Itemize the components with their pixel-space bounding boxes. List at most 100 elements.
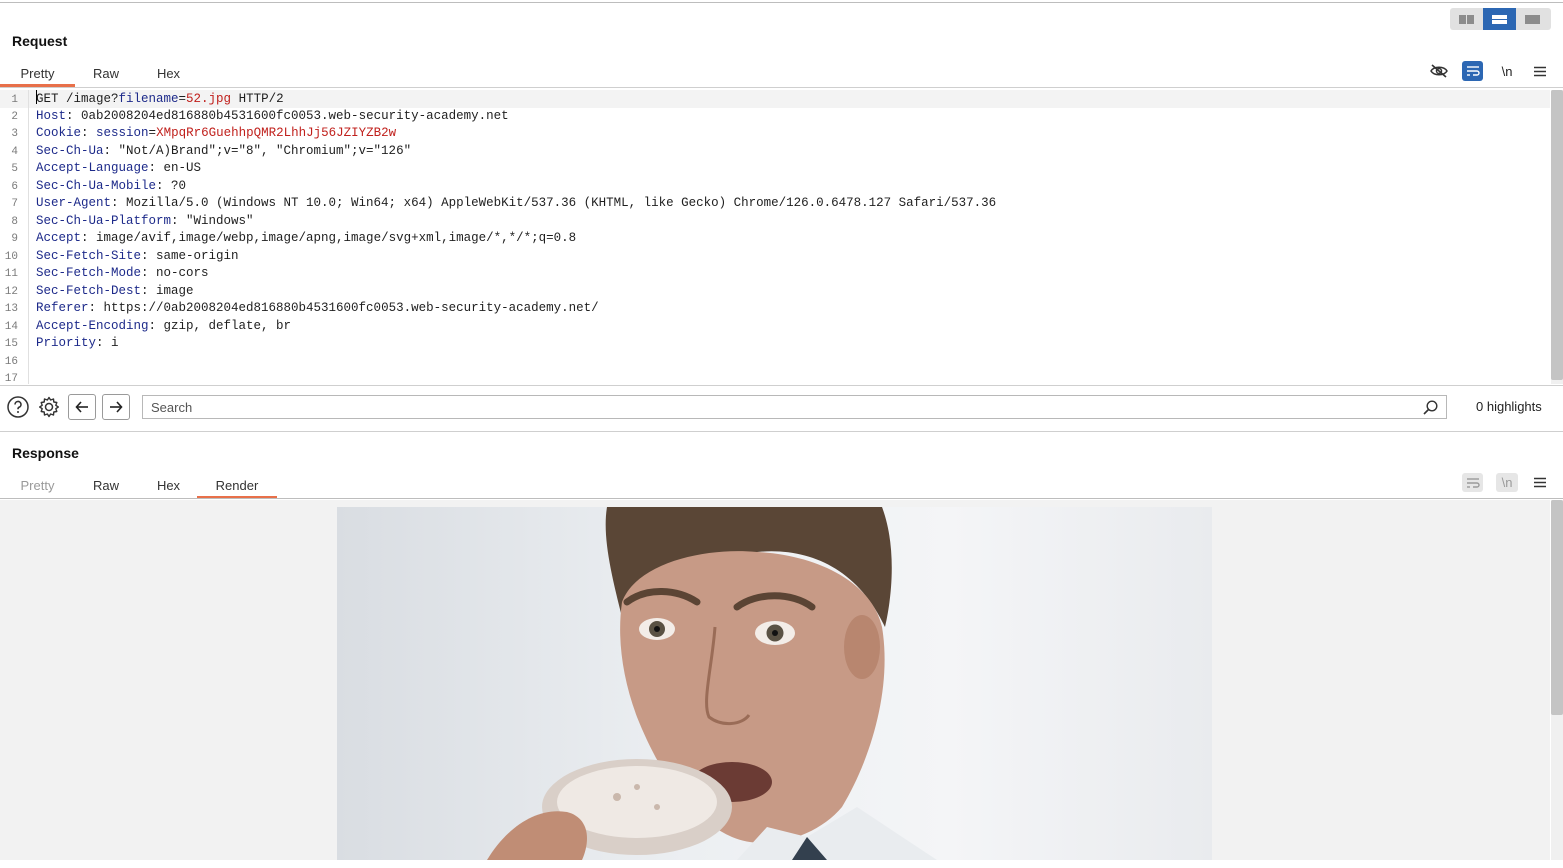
- line-number: 9: [11, 233, 18, 245]
- editor-bottom-divider: [0, 385, 1563, 386]
- menu-icon[interactable]: [1530, 61, 1550, 81]
- wrap-lines-icon[interactable]: [1462, 473, 1483, 492]
- highlighted-value: XMpqRr6GuehhpQMR2LhhJj56JZIYZB2w: [156, 126, 397, 140]
- code-line[interactable]: 5 Accept-Language: en-US: [0, 160, 1550, 178]
- request-tab-raw[interactable]: Raw: [75, 63, 137, 87]
- code-line[interactable]: 11 Sec-Fetch-Mode: no-cors: [0, 265, 1550, 283]
- header-value: =: [148, 126, 157, 140]
- header-name: Referer: [36, 301, 89, 315]
- line-number: 8: [11, 215, 18, 228]
- header-value: : https://0ab2008204ed816880b4531600fc00…: [88, 301, 599, 315]
- code-line[interactable]: 1 GET /image?filename=52.jpg HTTP/2: [0, 90, 1550, 108]
- code-line[interactable]: 13 Referer: https://0ab2008204ed816880b45…: [0, 300, 1550, 318]
- code-line[interactable]: 2 Host: 0ab2008204ed816880b4531600fc0053.…: [0, 108, 1550, 126]
- wrap-lines-icon[interactable]: [1462, 61, 1483, 81]
- code-line[interactable]: 6 Sec-Ch-Ua-Mobile: ?0: [0, 178, 1550, 196]
- line-number: 13: [4, 303, 18, 315]
- search-input[interactable]: [143, 396, 1419, 418]
- code-line[interactable]: 10 Sec-Fetch-Site: same-origin: [0, 248, 1550, 266]
- code-line[interactable]: 15 Priority: i: [0, 335, 1550, 353]
- line-number: 16: [4, 355, 18, 368]
- menu-icon[interactable]: [1530, 473, 1550, 492]
- highlights-count: 0 highlights: [1476, 399, 1542, 414]
- header-value: : 0ab2008204ed816880b4531600fc0053.web-s…: [66, 108, 509, 123]
- header-name: filename: [118, 92, 179, 106]
- rendered-image: [337, 507, 1212, 860]
- header-name: Sec-Ch-Ua-Platform: [36, 213, 172, 228]
- line-number: 12: [4, 285, 18, 298]
- line-number: 7: [11, 198, 18, 210]
- help-icon[interactable]: [6, 395, 30, 419]
- forward-arrow-icon[interactable]: [102, 394, 130, 420]
- header-value: : i: [96, 336, 119, 350]
- response-tab-render[interactable]: Render: [197, 475, 277, 499]
- code-line[interactable]: 3 Cookie: session=XMpqRr6GuehhpQMR2LhhJj5…: [0, 125, 1550, 143]
- code-line[interactable]: 7 User-Agent: Mozilla/5.0 (Windows NT 10.…: [0, 195, 1550, 213]
- search-box: [142, 395, 1447, 419]
- code-line[interactable]: 14 Accept-Encoding: gzip, deflate, br: [0, 318, 1550, 336]
- request-tabs: Pretty Raw Hex: [0, 63, 200, 87]
- layout-stacked-button[interactable]: [1483, 8, 1516, 30]
- section-divider: [0, 431, 1563, 432]
- layout-side-by-side-button[interactable]: [1450, 8, 1483, 30]
- side-by-side-icon: [1459, 14, 1474, 24]
- code-line[interactable]: 17: [0, 370, 1550, 384]
- line-number: 11: [4, 268, 18, 280]
- code-line[interactable]: 9 Accept: image/avif,image/webp,image/apn…: [0, 230, 1550, 248]
- top-divider: [0, 2, 1563, 3]
- header-value: : ?0: [156, 178, 187, 193]
- header-name: Sec-Fetch-Site: [36, 248, 142, 263]
- single-pane-icon: [1525, 14, 1540, 24]
- settings-icon[interactable]: [37, 395, 61, 419]
- header-name: Host: [36, 108, 67, 123]
- header-value: : same-origin: [141, 248, 239, 263]
- line-number: 15: [4, 338, 18, 350]
- line-number: 4: [11, 145, 18, 158]
- header-name: Priority: [36, 336, 97, 350]
- line-number: 10: [4, 250, 18, 263]
- header-name: Sec-Ch-Ua: [36, 143, 104, 158]
- header-name: Accept: [36, 231, 82, 245]
- header-name: Cookie: [36, 126, 82, 140]
- code-line[interactable]: 12 Sec-Fetch-Dest: image: [0, 283, 1550, 301]
- header-name: Accept-Encoding: [36, 318, 149, 333]
- request-title: Request: [12, 33, 68, 49]
- response-tab-hex[interactable]: Hex: [137, 475, 200, 499]
- layout-toggle[interactable]: [1450, 8, 1551, 30]
- code-line[interactable]: 16: [0, 353, 1550, 371]
- code-line[interactable]: 8 Sec-Ch-Ua-Platform: "Windows": [0, 213, 1550, 231]
- gutter-divider: [28, 90, 29, 384]
- header-value: : image: [141, 283, 194, 298]
- header-value: : "Windows": [171, 213, 254, 228]
- request-editor[interactable]: 1 GET /image?filename=52.jpg HTTP/2 2 Host:…: [0, 90, 1550, 384]
- response-render-area: [0, 500, 1550, 860]
- highlighted-value: 52.jpg: [186, 92, 232, 106]
- request-scrollbar-thumb[interactable]: [1551, 90, 1563, 380]
- line-number: 14: [4, 320, 18, 333]
- newline-icon[interactable]: \n: [1496, 473, 1518, 492]
- response-tab-pretty[interactable]: Pretty: [0, 475, 75, 499]
- layout-single-button[interactable]: [1516, 8, 1549, 30]
- newline-icon[interactable]: \n: [1496, 61, 1518, 81]
- request-tabs-divider: [0, 87, 1563, 88]
- eye-slash-icon[interactable]: [1428, 61, 1450, 81]
- code-line[interactable]: 4 Sec-Ch-Ua: "Not/A)Brand";v="8", "Chromi…: [0, 143, 1550, 161]
- response-title: Response: [12, 445, 79, 461]
- back-arrow-icon[interactable]: [68, 394, 96, 420]
- request-tab-pretty[interactable]: Pretty: [0, 63, 75, 87]
- line-number: 5: [11, 163, 18, 175]
- header-value: : no-cors: [141, 266, 209, 280]
- header-name: session: [96, 126, 149, 140]
- search-icon[interactable]: [1423, 400, 1438, 419]
- request-tab-hex[interactable]: Hex: [137, 63, 200, 87]
- response-scrollbar-thumb[interactable]: [1551, 500, 1563, 715]
- header-value: : gzip, deflate, br: [148, 318, 292, 333]
- header-value: : "Not/A)Brand";v="8", "Chromium";v="126…: [103, 143, 412, 158]
- header-value: HTTP/2: [231, 92, 284, 106]
- line-number: 3: [11, 128, 18, 140]
- response-tabs: Pretty Raw Hex Render: [0, 475, 277, 499]
- header-value: : image/avif,image/webp,image/apng,image…: [81, 231, 577, 245]
- response-tab-raw[interactable]: Raw: [75, 475, 137, 499]
- header-name: Sec-Fetch-Dest: [36, 283, 142, 298]
- line-number: 2: [11, 110, 18, 123]
